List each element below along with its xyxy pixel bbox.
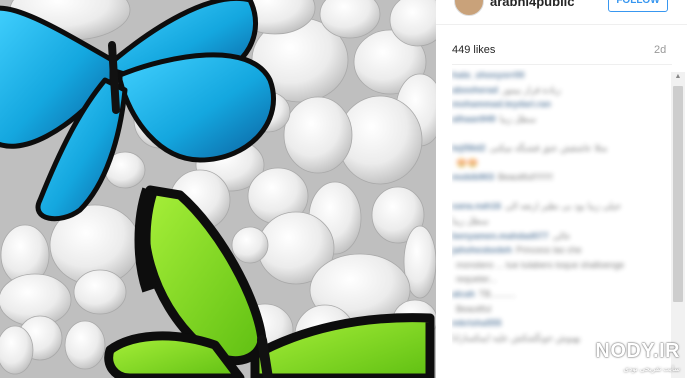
comment-username[interactable]: benyamen.mahdad077 [452,231,549,241]
comment-row: mkrisha555 [452,316,670,331]
comment-row: alcah TB.......... [452,287,670,302]
comment-username[interactable]: hate_shooyorr00 [452,70,525,80]
comment-row: سطل زیبا [452,214,670,229]
comment-text: Beautiful [456,303,492,314]
comment-text: عالی [552,230,571,241]
comment-row [452,185,670,200]
comment-row: abooherad زیادة قرار بیمور [452,83,670,98]
butterflies-on-pebbles-image [0,0,436,378]
watermark-subtitle: سایت تفریحی نودی [623,366,680,373]
post-photo[interactable] [0,0,436,378]
comment-text: Beautiful!!!!!!!! [498,172,554,183]
comment-text: TB.......... [479,288,516,299]
comment-row: benyamen.mahdad077 عالی [452,229,670,244]
comment-row: hate_shooyorr00 [452,68,670,83]
comments-scrollbar[interactable]: ▲ [671,72,685,378]
watermark-logo: NODY.IR [595,340,680,362]
comment-username[interactable]: jahoheskedeh [452,245,512,255]
comment-row: Beautiful [452,302,670,317]
comment-text: monstero ... tue tulabers toque shalloen… [456,259,625,270]
comment-text: 😍😍 [456,157,479,168]
comment-text: خیلی زیبا بود بی نظیر ارتعه الی [505,201,622,212]
comment-row [452,126,670,141]
comment-text: بهبوش خونگشکش علیه ایمکسازانا [452,332,581,343]
comment-row: teji56d2 مثلا عاشقش عتق قشنگه میکنی [452,141,670,156]
comment-username[interactable]: mohammad.teydari.ran [452,99,551,109]
comment-username[interactable]: alhaan949 [452,114,496,124]
comments-list: hate_shooyorr00 abooherad زیادة قرار بیمور… [452,68,670,378]
comment-text: Princess las che [516,245,582,256]
username-link[interactable]: arabhi4public [490,0,575,9]
comment-row: mohammad.teydari.ran [452,97,670,112]
comment-text: سطل زیبا [452,215,489,226]
comment-row: mobib903 Beautiful!!!!!!!! [452,170,670,185]
avatar[interactable] [454,0,484,16]
header-divider [436,24,687,25]
comment-username[interactable]: abooherad [452,85,498,95]
comment-username[interactable]: mobib903 [452,172,494,182]
comment-username[interactable]: teji56d2 [452,143,486,153]
post-sidebar: arabhi4public FOLLOW 449 likes 2d hate_s… [436,0,687,378]
comment-text: مثلا عاشقش عتق قشنگه میکنی [489,142,608,153]
comment-text: requeter... [456,274,497,285]
comment-username[interactable]: alcah [452,289,475,299]
comment-row: alhaan949 سطل زیبا [452,112,670,127]
comment-row: sana.nah16 خیلی زیبا بود بی نظیر ارتعه ال… [452,199,670,214]
comment-row: monstero ... tue tulabers toque shalloen… [452,258,670,273]
likes-count[interactable]: 449 likes [452,44,495,56]
comment-text: سطل زیبا [499,113,537,124]
watermark: NODY.IR سایت تفریحی نودی [594,338,686,376]
post-age[interactable]: 2d [654,44,666,56]
follow-button[interactable]: FOLLOW [608,0,668,12]
comment-row: 😍😍 [452,156,670,171]
comment-row: requeter... [452,272,670,287]
comment-row: jahoheskedeh Princess las che [452,243,670,258]
comment-username[interactable]: mkrisha555 [452,318,502,328]
scroll-up-arrow-icon[interactable]: ▲ [671,72,685,82]
likes-divider [452,64,672,65]
comment-text: زیادة قرار بیمور [502,84,561,95]
comment-username[interactable]: sana.nah16 [452,201,501,211]
scrollbar-thumb[interactable] [673,86,683,302]
